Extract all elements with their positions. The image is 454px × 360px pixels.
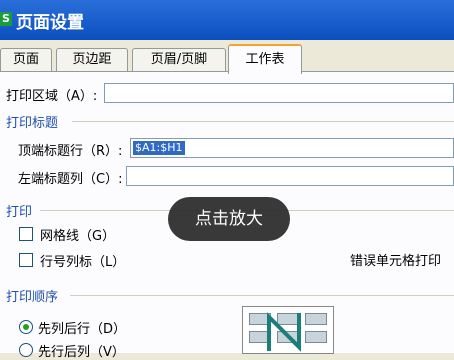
order-over-then-down-radio[interactable]	[19, 343, 33, 357]
row-col-headers-checkbox[interactable]	[19, 253, 33, 267]
order-over-then-down-label: 先行后列（V）	[38, 345, 125, 360]
gridlines-label: 网格线（G）	[40, 229, 116, 244]
top-rows-input[interactable]: $A1:$H1	[130, 138, 454, 158]
print-titles-section-title: 打印标题	[6, 116, 59, 131]
tab-margins[interactable]: 页边距	[56, 48, 128, 71]
cell-errors-label: 错误单元格打印	[350, 254, 442, 269]
tab-page[interactable]: 页面	[0, 48, 52, 71]
top-rows-value: $A1:$H1	[133, 141, 185, 155]
order-down-then-over-radio[interactable]	[19, 320, 33, 334]
left-cols-input[interactable]	[126, 166, 454, 186]
left-cols-label: 左端标题列（C）:	[18, 172, 123, 187]
row-col-headers-label: 行号列标（L）	[40, 255, 126, 270]
zoom-overlay-button[interactable]: 点击放大	[168, 197, 290, 241]
divider	[72, 121, 454, 122]
app-icon: S	[0, 12, 12, 26]
tab-worksheet[interactable]: 工作表	[228, 44, 302, 74]
tab-header-footer[interactable]: 页眉/页脚	[132, 48, 226, 71]
top-rows-label: 顶端标题行（R）:	[18, 144, 123, 159]
gridlines-checkbox[interactable]	[19, 227, 33, 241]
dialog-titlebar: S 页面设置	[0, 0, 454, 40]
print-section-title: 打印	[6, 205, 33, 220]
order-down-then-over-label: 先列后行（D）	[38, 322, 127, 337]
print-order-section-title: 打印顺序	[6, 290, 59, 305]
order-arrow-icon	[267, 312, 301, 352]
divider	[70, 295, 454, 296]
print-order-preview	[242, 306, 334, 354]
print-area-input[interactable]	[104, 83, 454, 103]
dialog-title: 页面设置	[16, 13, 84, 33]
print-area-label: 打印区域（A）:	[6, 89, 98, 104]
